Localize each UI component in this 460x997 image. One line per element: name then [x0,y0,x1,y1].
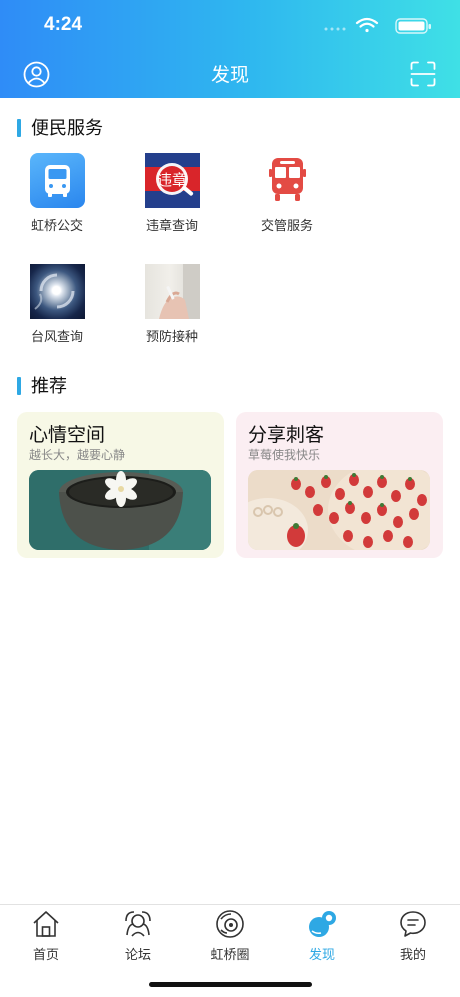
card-subtitle: 草莓使我快乐 [248,448,321,462]
tab-home[interactable]: 首页 [16,909,76,963]
services-section-title: 便民服务 [31,118,103,139]
tab-label: 论坛 [124,948,151,963]
violation-icon: 违章 [144,153,200,208]
strawberries-image [248,470,430,550]
tab-label: 我的 [399,948,426,963]
tab-mine[interactable]: 我的 [383,909,443,963]
scan-icon[interactable] [410,61,436,87]
tea-bowl-image [29,470,211,550]
tab-label: 首页 [32,948,59,963]
bus-icon [29,153,85,208]
circle-icon [216,910,244,938]
service-vaccination[interactable]: 预防接种 [132,264,212,345]
tab-discover[interactable]: 发现 [292,909,352,963]
tab-label: 虹桥圈 [210,948,250,963]
wifi-icon [355,17,379,33]
service-label: 预防接种 [145,330,198,345]
vaccination-image [144,264,200,319]
home-indicator[interactable] [149,982,312,987]
service-label: 违章查询 [145,219,198,234]
typhoon-image [29,264,85,319]
service-label: 交管服务 [260,219,313,234]
violation-badge-text: 违章 [156,171,186,189]
tab-label: 发现 [308,948,335,963]
red-bus-icon [260,153,315,208]
battery-icon [395,18,431,34]
recommend-section-title: 推荐 [31,376,67,397]
service-violation-query[interactable]: 违章 违章查询 [132,153,212,234]
recommend-card-share-assassin[interactable]: 分享刺客 草莓使我快乐 [236,412,443,558]
recommend-card-mood-space[interactable]: 心情空间 越长大，越要心静 [17,412,224,558]
status-icons [324,17,431,34]
card-title: 心情空间 [29,424,106,446]
page-title: 发现 [210,64,249,86]
section-accent-bar [17,377,21,395]
card-subtitle: 越长大，越要心静 [29,448,126,462]
tab-hongqiao-circle[interactable]: 虹桥圈 [200,909,260,963]
home-icon [33,911,59,937]
chat-icon [400,911,426,937]
service-traffic-management[interactable]: 交管服务 [247,153,327,234]
service-typhoon-query[interactable]: 台风查询 [17,264,97,345]
signal-icon [324,27,346,31]
service-hongqiao-bus[interactable]: 虹桥公交 [17,153,97,234]
card-title: 分享刺客 [248,424,325,446]
status-time: 4:24 [44,14,83,35]
service-label: 虹桥公交 [30,219,83,234]
discover-icon [309,911,336,937]
forum-icon [125,911,151,937]
section-accent-bar [17,119,21,137]
service-label: 台风查询 [30,330,83,345]
tab-forum[interactable]: 论坛 [108,909,168,963]
header-bar: 4:24 发现 [0,0,460,98]
